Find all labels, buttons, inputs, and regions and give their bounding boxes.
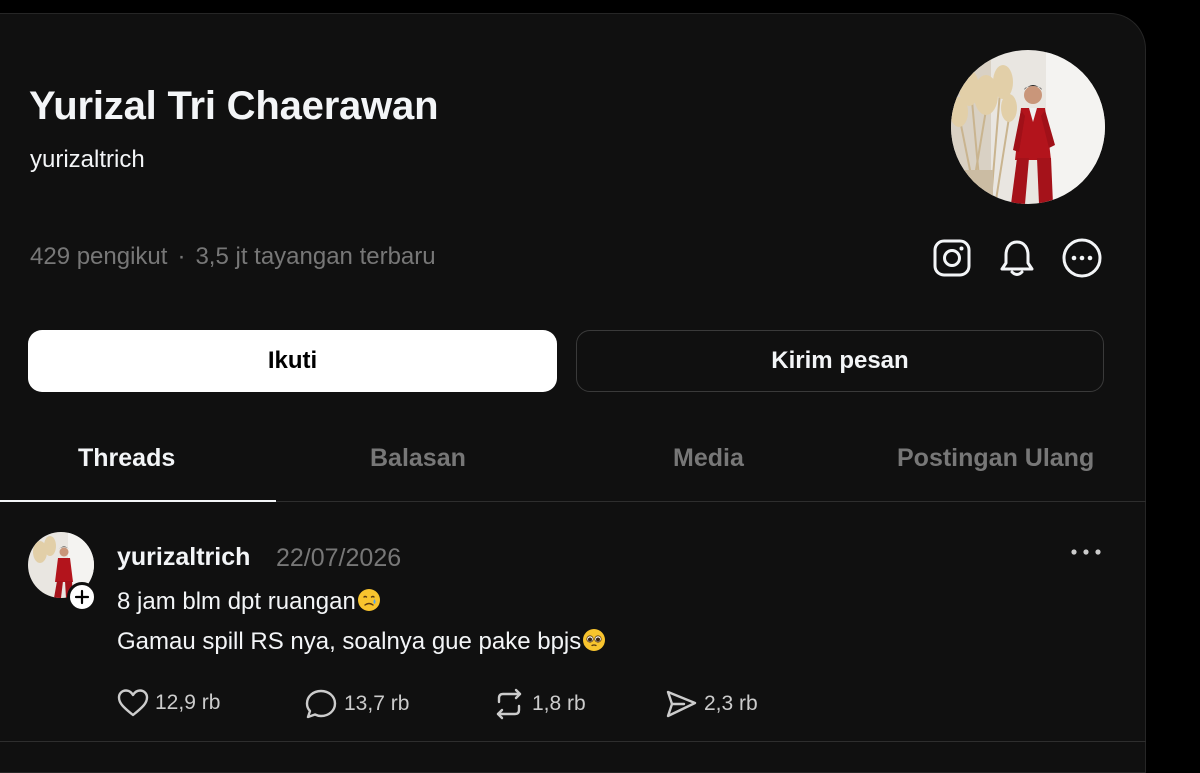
profile-name: Yurizal Tri Chaerawan (29, 84, 439, 128)
tab-threads[interactable]: Threads (78, 444, 175, 473)
post-username[interactable]: yurizaltrich (117, 543, 250, 572)
instagram-button[interactable] (930, 236, 974, 280)
like-action[interactable]: 12,9 rb (117, 688, 220, 718)
tab-reposts[interactable]: Postingan Ulang (897, 444, 1094, 473)
post-text-line-1: 8 jam blm dpt ruangan (117, 588, 381, 616)
instagram-icon (933, 239, 971, 277)
repost-action[interactable]: 1,8 rb (492, 688, 586, 720)
comment-count: 13,7 rb (344, 692, 410, 715)
more-options-button[interactable] (1060, 236, 1104, 280)
post-text-line-2: Gamau spill RS nya, soalnya gue pake bpj… (117, 628, 606, 656)
send-message-button[interactable]: Kirim pesan (576, 330, 1104, 392)
profile-tabs: Threads Balasan Media Postingan Ulang (0, 432, 1146, 502)
more-circle-icon (1062, 238, 1102, 278)
bell-icon (1000, 240, 1034, 276)
profile-handle[interactable]: yurizaltrich (30, 146, 145, 174)
repost-count: 1,8 rb (532, 692, 586, 715)
avatar-photo (951, 50, 1105, 204)
views-count: 3,5 jt tayangan terbaru (195, 243, 436, 270)
follow-plus-button[interactable] (67, 582, 97, 612)
repost-icon (496, 688, 522, 720)
plus-icon (74, 589, 90, 605)
crying-face-emoji (357, 589, 380, 611)
profile-stats: 429 pengikut · 3,5 jt tayangan terbaru (30, 243, 436, 271)
tab-media[interactable]: Media (673, 444, 744, 473)
like-count: 12,9 rb (155, 691, 221, 714)
notifications-button[interactable] (995, 236, 1039, 280)
post-date: 22/07/2026 (276, 544, 402, 572)
pleading-face-emoji (583, 629, 606, 651)
share-count: 2,3 rb (704, 692, 758, 715)
profile-avatar[interactable] (951, 50, 1105, 204)
profile-card: Yurizal Tri Chaerawan yurizaltrich 429 p… (0, 13, 1146, 773)
send-icon (666, 690, 697, 718)
stats-separator: · (177, 243, 186, 270)
post-line-2-text: Gamau spill RS nya, soalnya gue pake bpj… (117, 628, 582, 655)
thread-post[interactable]: yurizaltrich 22/07/2026 8 jam blm dpt ru… (0, 502, 1146, 742)
heart-icon (117, 689, 149, 717)
share-action[interactable]: 2,3 rb (664, 688, 758, 720)
post-line-1-text: 8 jam blm dpt ruangan (117, 588, 356, 615)
comment-icon (305, 689, 337, 719)
follow-button[interactable]: Ikuti (28, 330, 557, 392)
ellipsis-icon (1071, 549, 1101, 555)
tab-replies[interactable]: Balasan (370, 444, 466, 473)
post-more-button[interactable] (1066, 542, 1106, 562)
comment-action[interactable]: 13,7 rb (304, 688, 409, 720)
followers-count[interactable]: 429 pengikut (30, 243, 167, 271)
